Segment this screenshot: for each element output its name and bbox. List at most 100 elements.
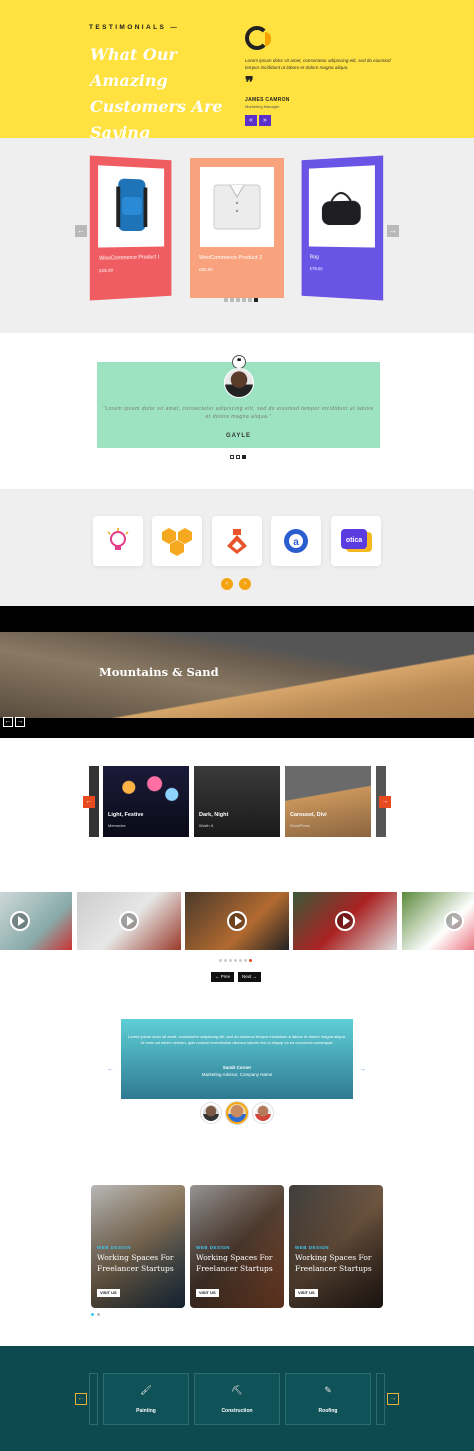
- avatar[interactable]: [253, 1103, 273, 1123]
- section-heading: What Our Amazing Customers Are Saying: [90, 45, 223, 138]
- video-thumbnail[interactable]: [293, 892, 397, 950]
- logo-carousel: a otica ‹ ›: [0, 489, 474, 606]
- pagination-dot[interactable]: [239, 959, 242, 962]
- avatar-active[interactable]: [226, 1102, 248, 1124]
- pagination-dot[interactable]: [242, 298, 246, 302]
- slider-prev-button[interactable]: ←: [3, 717, 13, 727]
- service-card[interactable]: 🖌 Painting: [103, 1373, 189, 1425]
- slide-title: Mountains & Sand: [99, 665, 219, 679]
- product-price: £25.00: [99, 267, 114, 274]
- pagination-dot-active[interactable]: [242, 455, 246, 459]
- carousel-prev-button[interactable]: ←: [75, 225, 87, 237]
- product-card[interactable]: Bag £79.00: [301, 155, 384, 301]
- visit-us-button[interactable]: VISIT US: [295, 1289, 318, 1297]
- testimonial-card-section: ❝ “Lorem ipsum dolor sit amet, consectet…: [0, 333, 474, 489]
- pagination-dot[interactable]: [229, 959, 232, 962]
- quote-mark-icon: ❞: [245, 73, 254, 92]
- video-thumbnail[interactable]: [185, 892, 289, 950]
- video-thumbnail[interactable]: [77, 892, 181, 950]
- testimonial-card: [121, 1019, 353, 1099]
- testimonial-prev-arrow-icon[interactable]: ←: [107, 1066, 114, 1073]
- otica-logo-icon: otica: [331, 516, 381, 566]
- gallery-subtitle: Memories: [108, 823, 126, 828]
- a-badge-text: a: [293, 537, 299, 548]
- pagination-dot-active[interactable]: [249, 959, 252, 962]
- blog-carousel: WEB DESIGN Working Spaces For Freelancer…: [0, 1148, 474, 1346]
- pagination-dot[interactable]: [230, 455, 234, 459]
- testimonial-next-arrow-icon[interactable]: →: [359, 1066, 366, 1073]
- service-card[interactable]: ⛏ Construction: [194, 1373, 280, 1425]
- slider-next-button[interactable]: →: [15, 717, 25, 727]
- pagination-dot[interactable]: [234, 959, 237, 962]
- lightbulb-logo-icon: [93, 516, 143, 566]
- service-label: Construction: [221, 1408, 253, 1414]
- service-card-partial: [89, 1373, 98, 1425]
- testimonial-pagination: [230, 455, 246, 459]
- pagination-dot[interactable]: [224, 959, 227, 962]
- pagination-dot[interactable]: [224, 298, 228, 302]
- pagination-dot-active[interactable]: [91, 1313, 94, 1316]
- section-eyebrow: TESTIMONIALS —: [89, 24, 180, 31]
- testimonial-quote: Lorem ipsum dolor sit amet, consectetur …: [245, 58, 391, 70]
- visit-us-button[interactable]: VISIT US: [97, 1289, 120, 1297]
- avatar[interactable]: [201, 1103, 221, 1123]
- gallery-card[interactable]: Carousel, Divi WordPress: [285, 766, 371, 837]
- carousel-next-button[interactable]: →: [387, 225, 399, 237]
- brand-c-logo-icon: [245, 26, 271, 50]
- pagination-dot[interactable]: [236, 298, 240, 302]
- quote-icon: ❝: [232, 355, 246, 369]
- pagination-dot[interactable]: [236, 455, 240, 459]
- testimonial-prev-button[interactable]: «: [245, 115, 257, 126]
- play-icon[interactable]: [10, 911, 30, 931]
- service-label: Roofing: [318, 1408, 338, 1414]
- blog-card[interactable]: WEB DESIGN Working Spaces For Freelancer…: [91, 1185, 185, 1308]
- blog-title: Working Spaces For Freelancer Startups: [295, 1253, 372, 1273]
- gallery-next-button[interactable]: →: [379, 796, 391, 808]
- testimonial-author: Sarah Corner: [222, 1065, 252, 1070]
- service-card[interactable]: ✎ Roofing: [285, 1373, 371, 1425]
- blog-card[interactable]: WEB DESIGN Working Spaces For Freelancer…: [190, 1185, 284, 1308]
- gallery-title: Light, Festive: [108, 812, 144, 818]
- play-icon[interactable]: [119, 911, 139, 931]
- service-label: Painting: [136, 1408, 156, 1414]
- video-prev-button[interactable]: ← Prev: [211, 972, 235, 982]
- testimonial-text: “Lorem ipsum dolor sit amet, consectetur…: [103, 406, 374, 420]
- services-prev-button[interactable]: ←: [75, 1393, 87, 1405]
- paint-roller-icon: 🖌: [140, 1385, 152, 1395]
- blog-title: Working Spaces For Freelancer Startups: [97, 1253, 174, 1273]
- logos-next-button[interactable]: ›: [239, 578, 251, 590]
- logos-prev-button[interactable]: ‹: [221, 578, 233, 590]
- video-next-button[interactable]: Next →: [238, 972, 262, 982]
- testimonial-next-button[interactable]: »: [259, 115, 271, 126]
- pagination-dot[interactable]: [219, 959, 222, 962]
- gallery-card[interactable]: Dark, Night Worth It: [194, 766, 280, 837]
- services-carousel: 🖌 Painting ⛏ Construction ✎ Roofing ← →: [0, 1346, 474, 1451]
- pagination-dot[interactable]: [244, 959, 247, 962]
- pagination-dot[interactable]: [248, 298, 252, 302]
- product-name: Bag: [309, 254, 319, 261]
- pagination-dot[interactable]: [97, 1313, 100, 1316]
- product-image-bag: [308, 165, 375, 248]
- gallery-carousel: Light, Festive Memories Dark, Night Wort…: [0, 738, 474, 850]
- gallery-prev-button[interactable]: ←: [83, 796, 95, 808]
- play-icon[interactable]: [335, 911, 355, 931]
- services-next-button[interactable]: →: [387, 1393, 399, 1405]
- product-card[interactable]: WooCommerce Product I £25.00: [89, 155, 172, 301]
- pagination-dot-active[interactable]: [254, 298, 258, 302]
- letter-a-badge-logo-icon: a: [271, 516, 321, 566]
- gallery-subtitle: WordPress: [290, 823, 310, 828]
- blog-card[interactable]: WEB DESIGN Working Spaces For Freelancer…: [289, 1185, 383, 1308]
- pagination-dot[interactable]: [230, 298, 234, 302]
- testimonial-role: Marketing Manager: [245, 104, 280, 109]
- carousel-pagination: [224, 298, 258, 302]
- testimonial-role: Marketing Advisor, Company Name: [201, 1072, 273, 1077]
- video-thumbnail[interactable]: [402, 892, 474, 950]
- teal-testimonial-section: Lorem ipsum dolor sit amet, consectetur …: [0, 998, 474, 1148]
- visit-us-button[interactable]: VISIT US: [196, 1289, 219, 1297]
- play-icon[interactable]: [227, 911, 247, 931]
- gallery-card[interactable]: Light, Festive Memories: [103, 766, 189, 837]
- video-thumbnail[interactable]: [0, 892, 72, 950]
- product-card[interactable]: WooCommerce Product 2 £50.00: [190, 158, 284, 298]
- play-icon[interactable]: [444, 911, 464, 931]
- otica-text: otica: [346, 537, 362, 544]
